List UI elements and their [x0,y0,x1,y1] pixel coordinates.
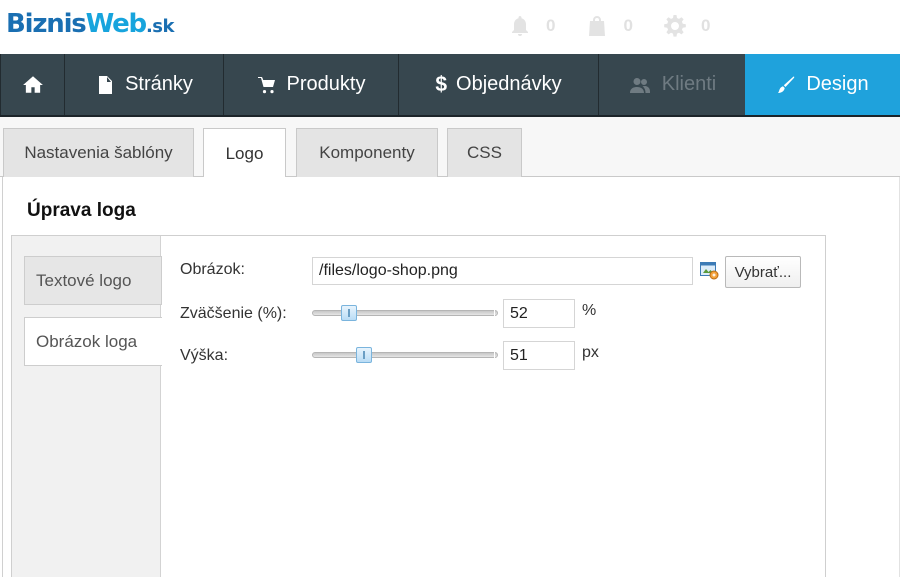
zoom-input[interactable]: 52 [503,299,575,328]
image-label: Obrázok: [180,261,245,278]
nav-clients[interactable]: Klienti [598,54,746,115]
zoom-label: Zväčšenie (%): [180,305,287,322]
height-label: Výška: [180,347,229,364]
side-tab-text-logo[interactable]: Textové logo [24,256,162,305]
cart-icon [257,76,275,93]
home-icon [22,75,43,93]
logo-edit-panel: Textové logo Obrázok loga Obrázok: /file… [11,235,826,577]
zoom-unit: % [582,302,597,319]
users-icon [629,77,650,93]
settings-count: 0 [700,16,711,35]
side-tab-text-logo-label: Textové logo [36,270,132,290]
tab-components[interactable]: Komponenty [296,128,438,177]
nav-products-label: Produkty [286,73,366,95]
nav-pages[interactable]: Stránky [64,54,224,115]
side-tab-image-logo-label: Obrázok loga [36,331,138,351]
height-slider[interactable] [312,347,498,363]
tab-components-label: Komponenty [319,143,415,162]
nav-orders[interactable]: $ Objednávky [398,54,599,115]
choose-image-button[interactable]: Vybrať... [725,256,801,288]
logo-type-sidebar: Textové logo Obrázok loga [12,236,162,577]
tab-logo-label: Logo [225,143,264,163]
settings-counter-button[interactable]: 0 [663,14,710,38]
nav-design-label: Design [806,73,869,95]
notifications-button[interactable]: 0 [508,14,555,38]
nav-home[interactable] [0,54,65,115]
orders-count: 0 [623,16,633,35]
notifications-count: 0 [546,16,556,35]
nav-clients-label: Klienti [661,73,717,95]
settings-tabs: Nastavenia šablóny Logo Komponenty CSS [0,117,900,178]
logo-settings-content: Úprava loga Textové logo Obrázok loga Ob… [2,177,900,577]
height-slider-end [494,351,495,359]
page-title: Úprava loga [27,200,136,221]
image-browser-icon[interactable] [699,260,719,280]
height-slider-thumb[interactable] [356,347,373,363]
bell-icon [508,14,532,38]
zoom-slider-end [494,309,495,317]
bizniswebsk-logo[interactable]: BiznisWeb.sk [6,7,175,44]
zoom-slider[interactable] [312,305,498,321]
page-icon [99,75,113,94]
side-tab-image-logo[interactable]: Obrázok loga [24,317,162,366]
zoom-slider-thumb[interactable] [341,305,358,321]
app-header: BiznisWeb.sk 0 0 0 [0,0,900,54]
tab-template-settings-label: Nastavenia šablóny [24,143,173,162]
nav-design[interactable]: Design [745,54,900,115]
height-input[interactable]: 51 [503,341,575,370]
brush-icon [778,75,795,93]
main-navigation: Stránky Produkty $ Objednávky Klienti De… [0,54,900,117]
tab-template-settings[interactable]: Nastavenia šablóny [3,128,194,177]
height-slider-track [312,352,498,358]
header-notifications: 0 0 0 [508,11,740,41]
shopping-bag-icon [585,14,609,38]
dollar-icon: $ [435,72,448,96]
nav-pages-label: Stránky [125,73,193,95]
tab-css-label: CSS [467,143,502,162]
tab-logo[interactable]: Logo [203,128,286,178]
height-unit: px [582,344,599,361]
nav-products[interactable]: Produkty [223,54,399,115]
orders-counter-button[interactable]: 0 [585,14,633,38]
gear-icon [663,14,687,38]
image-path-input[interactable]: /files/logo-shop.png [312,257,693,285]
zoom-slider-track [312,310,498,316]
nav-orders-label: Objednávky [456,73,562,95]
tab-css[interactable]: CSS [447,128,522,177]
